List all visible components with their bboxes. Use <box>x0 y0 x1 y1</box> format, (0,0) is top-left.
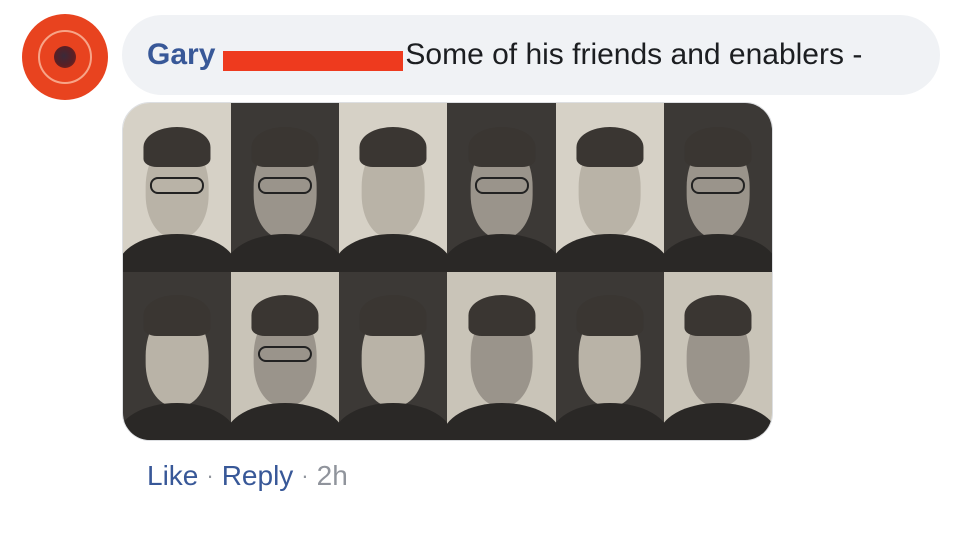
redaction-bar <box>223 51 404 71</box>
photo-face <box>231 271 340 440</box>
photo-face <box>555 271 664 440</box>
photo-face <box>123 271 232 440</box>
timestamp[interactable]: 2h <box>317 460 348 492</box>
avatar-dot-icon <box>54 46 76 68</box>
comment-text: Some of his friends and enablers - <box>405 38 863 71</box>
comment: Gary Some of his friends and enablers - … <box>0 0 960 537</box>
photo-face <box>339 271 448 440</box>
separator: · <box>301 463 309 488</box>
like-link[interactable]: Like <box>147 460 198 492</box>
photo-face <box>123 103 232 272</box>
comment-bubble: Gary Some of his friends and enablers - <box>122 15 940 95</box>
avatar[interactable] <box>22 14 108 100</box>
attached-photo[interactable] <box>122 102 773 441</box>
author-name[interactable]: Gary <box>147 40 215 70</box>
photo-face <box>555 103 664 272</box>
reply-link[interactable]: Reply <box>222 460 294 492</box>
avatar-ring-icon <box>38 30 92 84</box>
photo-face <box>663 103 772 272</box>
photo-face <box>447 103 556 272</box>
photo-face <box>339 103 448 272</box>
comment-actions: Like · Reply · 2h <box>147 458 348 494</box>
photo-face <box>663 271 772 440</box>
photo-face <box>231 103 340 272</box>
separator: · <box>206 463 214 488</box>
photo-face <box>447 271 556 440</box>
